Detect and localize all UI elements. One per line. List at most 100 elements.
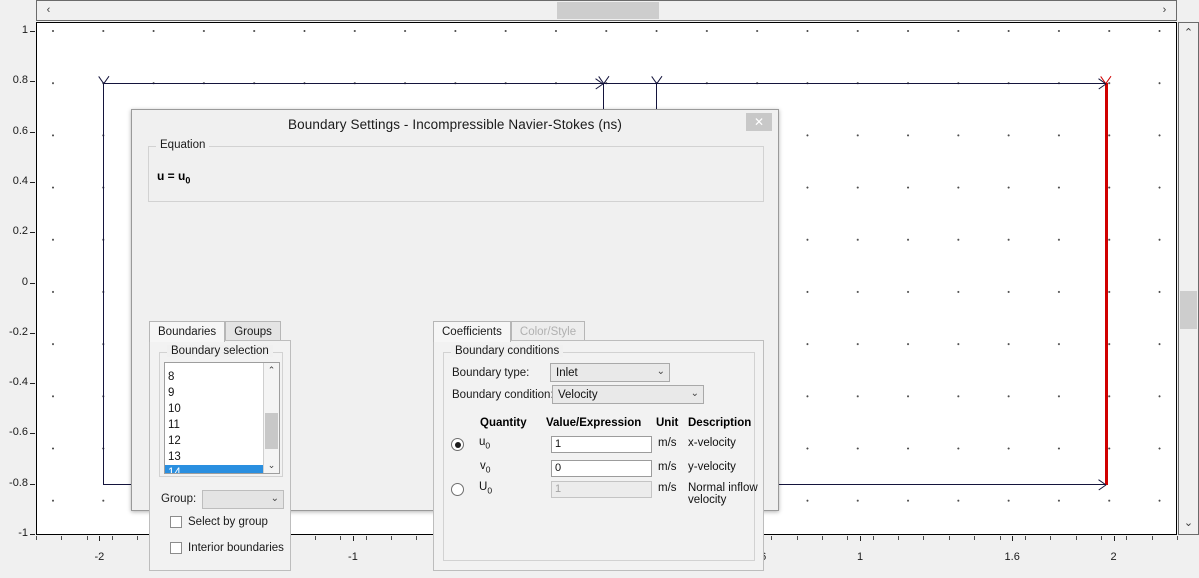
x-minor-tick-mark	[1151, 536, 1153, 540]
quantity-u0: u0	[479, 436, 490, 450]
y-tick-mark	[30, 31, 35, 32]
close-icon[interactable]: ✕	[746, 113, 772, 131]
list-scroll-up-icon[interactable]: ⌃	[264, 363, 279, 378]
quantity-v0-subscript: 0	[485, 464, 491, 475]
x-tick-label: 1.6	[1004, 551, 1020, 563]
y-tick-mark	[30, 332, 35, 334]
u0-value-input[interactable]: 1	[551, 436, 652, 453]
vertical-scrollbar[interactable]: ⌃ ⌄	[1178, 22, 1199, 535]
x-minor-tick-mark	[340, 536, 342, 540]
list-item[interactable]: 11	[165, 417, 279, 433]
y-tick-label: -0.4	[9, 376, 28, 389]
y-tick-label: 0.8	[12, 74, 28, 87]
y-tick-label: -0.6	[9, 426, 28, 439]
list-scroll-down-icon[interactable]: ⌄	[264, 458, 279, 473]
tab-groups[interactable]: Groups	[225, 321, 281, 341]
x-minor-tick-mark	[948, 536, 950, 540]
interior-boundaries-checkbox[interactable]	[170, 542, 182, 554]
equation-body: u = u	[157, 169, 186, 183]
y-tick-mark	[30, 483, 35, 485]
select-by-group-checkbox[interactable]	[170, 516, 182, 528]
radio-velocity-components[interactable]	[451, 438, 464, 451]
dialog-titlebar[interactable]: Boundary Settings - Incompressible Navie…	[132, 110, 778, 138]
x-minor-tick-mark	[86, 536, 88, 540]
vertical-scrollbar-thumb[interactable]	[1180, 291, 1197, 329]
left-tabstrip: Boundaries Groups	[149, 321, 281, 342]
tab-boundaries[interactable]: Boundaries	[149, 321, 226, 342]
boundary-selection-group: Boundary selection 8 9 10 11 12 13 14 ⌃ …	[159, 345, 283, 477]
quantity-U0: U0	[479, 481, 492, 495]
list-scrollbar-thumb[interactable]	[265, 413, 278, 449]
tab-coefficients[interactable]: Coefficients	[433, 321, 511, 342]
dialog-title: Boundary Settings - Incompressible Navie…	[288, 116, 622, 132]
group-label: Group:	[161, 493, 197, 505]
chevron-down-icon: ⌄	[690, 388, 699, 399]
x-minor-tick-mark	[1075, 536, 1077, 540]
boundary-conditions-group: Boundary conditions	[443, 345, 755, 561]
x-tick-label: -2	[94, 551, 105, 563]
scroll-right-icon[interactable]: ›	[1156, 2, 1173, 19]
boundary-condition-value: Velocity	[558, 388, 598, 401]
geometry-top-edge	[104, 83, 1108, 85]
U0-description: Normal inflow velocity	[688, 482, 758, 506]
group-dropdown: ⌄	[202, 490, 284, 509]
list-item[interactable]: 13	[165, 449, 279, 465]
v0-value-input[interactable]: 0	[551, 460, 652, 477]
y-tick-label: 0.6	[12, 124, 28, 137]
equation-text: u = u0	[157, 169, 190, 185]
U0-value-input: 1	[551, 481, 652, 498]
boundary-condition-dropdown[interactable]: Velocity ⌄	[552, 385, 704, 404]
x-minor-tick-mark	[1177, 536, 1178, 540]
scroll-up-icon[interactable]: ⌃	[1180, 25, 1197, 42]
list-item[interactable]: 10	[165, 401, 279, 417]
x-minor-tick-mark	[771, 536, 773, 540]
x-tick-label: 2	[1110, 551, 1117, 563]
y-tick-mark	[30, 131, 35, 133]
y-tick-mark	[30, 534, 35, 535]
x-minor-tick-mark	[847, 536, 849, 540]
list-item-selected[interactable]: 14	[165, 465, 279, 473]
y-tick-mark	[30, 282, 35, 284]
x-tick-label: -1	[348, 551, 358, 563]
x-minor-tick-mark	[999, 536, 1001, 540]
v0-unit: m/s	[658, 461, 677, 473]
list-item[interactable]: 8	[165, 369, 279, 385]
quantity-U0-subscript: 0	[487, 485, 493, 496]
quantity-u0-subscript: 0	[485, 440, 491, 451]
application-window: 10.80.60.40.20-0.2-0.4-0.6-0.8-1 -2-1.4-…	[0, 0, 1199, 578]
y-tick-label: 0.2	[12, 225, 28, 238]
boundary-settings-dialog: Boundary Settings - Incompressible Navie…	[131, 109, 779, 571]
x-minor-tick-mark	[1050, 536, 1052, 540]
radio-normal-inflow[interactable]	[451, 483, 464, 496]
x-minor-tick-mark	[36, 536, 37, 540]
y-tick-mark	[30, 232, 35, 234]
u0-unit: m/s	[658, 437, 677, 449]
list-item[interactable]: 9	[165, 385, 279, 401]
horizontal-scrollbar[interactable]: ‹ ›	[36, 0, 1177, 21]
x-tick-mark	[99, 536, 101, 541]
interior-boundaries-label: Interior boundaries	[188, 542, 284, 554]
x-tick-label: 1	[856, 551, 864, 563]
scroll-down-icon[interactable]: ⌄	[1180, 515, 1197, 532]
x-minor-tick-mark	[974, 536, 976, 540]
x-minor-tick-mark	[314, 536, 316, 540]
boundary-conditions-legend: Boundary conditions	[451, 345, 564, 357]
boundary-type-dropdown[interactable]: Inlet ⌄	[550, 363, 670, 382]
boundary-list-scrollbar[interactable]: ⌃ ⌄	[263, 363, 279, 473]
header-description: Description	[688, 417, 752, 429]
select-by-group-label: Select by group	[188, 516, 268, 528]
selected-boundary-edge	[1105, 83, 1108, 485]
scroll-left-icon[interactable]: ‹	[40, 2, 57, 19]
boundaries-tab-panel: Boundary selection 8 9 10 11 12 13 14 ⌃ …	[149, 340, 291, 571]
list-item[interactable]: 12	[165, 433, 279, 449]
y-tick-label: 1	[21, 24, 28, 36]
equation-legend: Equation	[156, 139, 210, 151]
x-minor-tick-mark	[1126, 536, 1128, 540]
boundary-type-label: Boundary type:	[452, 367, 530, 379]
header-value-expression: Value/Expression	[546, 417, 642, 429]
y-tick-label: -0.8	[9, 476, 28, 489]
boundary-list[interactable]: 8 9 10 11 12 13 14 ⌃ ⌄	[164, 362, 280, 474]
y-tick-label: 0	[21, 275, 28, 288]
header-unit: Unit	[656, 417, 679, 429]
horizontal-scrollbar-thumb[interactable]	[557, 2, 659, 19]
